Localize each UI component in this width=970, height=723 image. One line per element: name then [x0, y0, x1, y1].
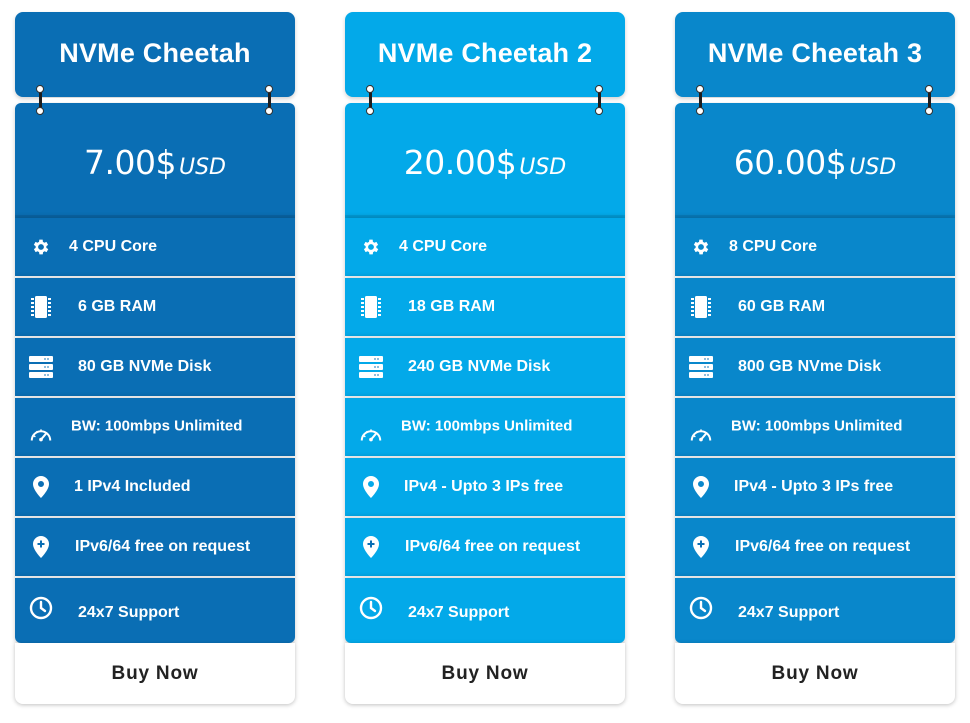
feature-ram: 18 GB RAM: [345, 278, 625, 336]
clock-icon: [689, 596, 713, 620]
plan-header: NVMe Cheetah: [15, 12, 295, 97]
feature-bandwidth: BW: 100mbps Unlimited: [675, 398, 955, 456]
feature-ipv6: IPv6/64 free on request: [345, 518, 625, 576]
price-currency: USD: [849, 155, 897, 180]
feature-ipv4: 1 IPv4 Included: [15, 458, 295, 516]
feature-label: 18 GB RAM: [408, 298, 496, 315]
speedometer-icon: [689, 422, 713, 446]
price: 20.00$ USD: [345, 143, 625, 182]
server-icon: [359, 355, 383, 379]
feature-label: 800 GB NVme Disk: [738, 358, 882, 375]
speedometer-icon: [29, 422, 53, 446]
feature-label: 80 GB NVMe Disk: [78, 358, 212, 375]
memory-chip-icon: [689, 295, 713, 319]
server-icon: [689, 355, 713, 379]
feature-label: IPv6/64 free on request: [735, 538, 911, 555]
hanger-left: [695, 85, 705, 115]
hanger-bar: [701, 98, 929, 102]
feature-label: BW: 100mbps Unlimited: [71, 417, 243, 435]
feature-label: 24x7 Support: [78, 604, 180, 622]
feature-label: 60 GB RAM: [738, 298, 826, 315]
feature-label: 4 CPU Core: [69, 238, 158, 255]
feature-label: 240 GB NVMe Disk: [408, 358, 551, 375]
hanger-left: [365, 85, 375, 115]
feature-bandwidth: BW: 100mbps Unlimited: [345, 398, 625, 456]
feature-cpu: 4 CPU Core: [345, 218, 625, 276]
feature-ram: 6 GB RAM: [15, 278, 295, 336]
plan-body: 60.00$ USD 8 CPU Core 60 GB RAM 800 GB NV…: [675, 103, 955, 643]
feature-label: 1 IPv4 Included: [74, 478, 191, 495]
clock-icon: [359, 596, 383, 620]
price-block: 20.00$ USD: [345, 103, 625, 218]
hanger-right: [264, 85, 274, 115]
feature-ram: 60 GB RAM: [675, 278, 955, 336]
feature-label: IPv4 - Upto 3 IPs free: [734, 478, 894, 495]
hanger-right: [924, 85, 934, 115]
feature-label: 4 CPU Core: [399, 238, 488, 255]
price-currency: USD: [519, 155, 567, 180]
feature-ipv4: IPv4 - Upto 3 IPs free: [345, 458, 625, 516]
feature-label: 8 CPU Core: [729, 238, 818, 255]
feature-support: 24x7 Support: [15, 578, 295, 643]
feature-label: IPv6/64 free on request: [75, 538, 251, 555]
hanger-right: [594, 85, 604, 115]
hanger-bar: [371, 98, 599, 102]
plan-name: NVMe Cheetah 3: [707, 38, 923, 68]
price-block: 7.00$ USD: [15, 103, 295, 218]
gear-icon: [359, 235, 383, 259]
location-pin-icon: [359, 475, 383, 499]
feature-cpu: 4 CPU Core: [15, 218, 295, 276]
feature-support: 24x7 Support: [675, 578, 955, 643]
plan-name: NVMe Cheetah: [59, 38, 251, 68]
plan-body: 20.00$ USD 4 CPU Core 18 GB RAM 240 GB NV…: [345, 103, 625, 643]
gear-icon: [689, 235, 713, 259]
feature-ipv6: IPv6/64 free on request: [15, 518, 295, 576]
price-amount: 20.00$: [403, 143, 517, 182]
feature-label: 24x7 Support: [738, 604, 840, 622]
feature-disk: 240 GB NVMe Disk: [345, 338, 625, 396]
feature-bandwidth: BW: 100mbps Unlimited: [15, 398, 295, 456]
hanger-left: [35, 85, 45, 115]
feature-label: BW: 100mbps Unlimited: [401, 417, 573, 435]
pricing-card-3: NVMe Cheetah 3 60.00$ USD 8 CPU Core 60 G…: [675, 12, 955, 704]
price-block: 60.00$ USD: [675, 103, 955, 218]
location-plus-icon: [359, 535, 383, 559]
location-plus-icon: [689, 535, 713, 559]
feature-disk: 800 GB NVme Disk: [675, 338, 955, 396]
feature-cpu: 8 CPU Core: [675, 218, 955, 276]
plan-header: NVMe Cheetah 2: [345, 12, 625, 97]
feature-disk: 80 GB NVMe Disk: [15, 338, 295, 396]
feature-label: IPv4 - Upto 3 IPs free: [404, 478, 564, 495]
price: 7.00$ USD: [15, 143, 295, 182]
feature-ipv6: IPv6/64 free on request: [675, 518, 955, 576]
feature-label: 6 GB RAM: [78, 298, 157, 315]
plan-header: NVMe Cheetah 3: [675, 12, 955, 97]
buy-now-button[interactable]: Buy Now: [675, 643, 955, 704]
price-amount: 60.00$: [733, 143, 847, 182]
buy-now-button[interactable]: Buy Now: [15, 643, 295, 704]
pricing-card-2: NVMe Cheetah 2 20.00$ USD 4 CPU Core 18 G…: [345, 12, 625, 704]
buy-now-button[interactable]: Buy Now: [345, 643, 625, 704]
pricing-card-1: NVMe Cheetah 7.00$ USD 4 CPU Core 6 GB RA…: [15, 12, 295, 704]
price-amount: 7.00$: [84, 143, 176, 182]
plan-body: 7.00$ USD 4 CPU Core 6 GB RAM 80 GB NVMe …: [15, 103, 295, 643]
feature-label: 24x7 Support: [408, 604, 510, 622]
memory-chip-icon: [359, 295, 383, 319]
plan-name: NVMe Cheetah 2: [377, 38, 593, 68]
speedometer-icon: [359, 422, 383, 446]
gear-icon: [29, 235, 53, 259]
price: 60.00$ USD: [675, 143, 955, 182]
memory-chip-icon: [29, 295, 53, 319]
location-pin-icon: [29, 475, 53, 499]
clock-icon: [29, 596, 53, 620]
feature-label: BW: 100mbps Unlimited: [731, 417, 903, 435]
location-plus-icon: [29, 535, 53, 559]
feature-label: IPv6/64 free on request: [405, 538, 581, 555]
feature-support: 24x7 Support: [345, 578, 625, 643]
server-icon: [29, 355, 53, 379]
location-pin-icon: [689, 475, 713, 499]
feature-ipv4: IPv4 - Upto 3 IPs free: [675, 458, 955, 516]
hanger-bar: [41, 98, 269, 102]
price-currency: USD: [178, 155, 226, 180]
